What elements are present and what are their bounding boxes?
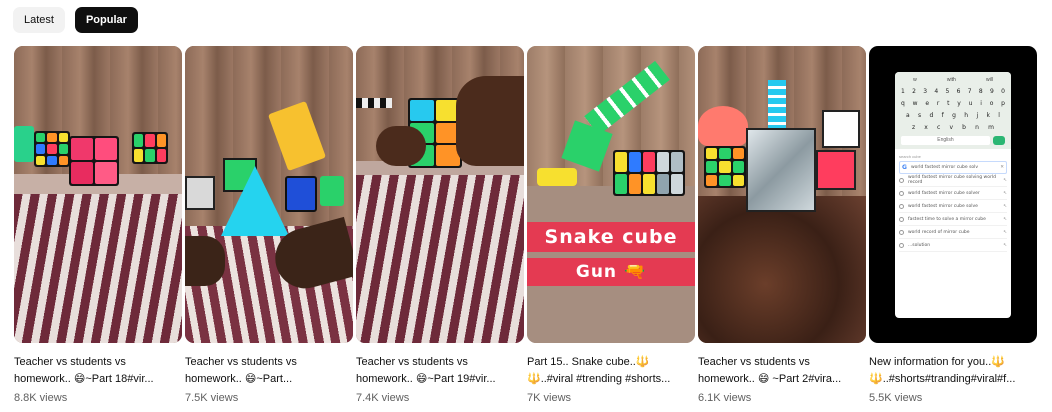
view-count: 5.5K views <box>869 392 923 404</box>
chip-popular[interactable]: Popular <box>74 7 138 33</box>
short-thumbnail[interactable]: w with will 1234567890 qwertyuiop asdfgh… <box>869 46 1037 343</box>
short-thumbnail[interactable] <box>14 46 182 343</box>
mirror-cube-image <box>746 128 816 212</box>
short-thumbnail[interactable] <box>356 46 524 343</box>
shorts-grid: Teacher vs students vs homework.. 😄~Part… <box>14 46 1037 405</box>
short-title[interactable]: Teacher vs students vs homework.. 😄 ~Par… <box>698 354 866 388</box>
view-count: 7K views <box>527 392 572 404</box>
view-count: 7.4K views <box>356 392 410 404</box>
short-card[interactable]: Teacher vs students vs homework.. 😄 ~Par… <box>698 46 866 405</box>
short-title[interactable]: New information for you..🔱 🔱..#shorts#tr… <box>869 354 1037 388</box>
short-card[interactable]: w with will 1234567890 qwertyuiop asdfgh… <box>869 46 1037 405</box>
short-thumbnail[interactable] <box>698 46 866 343</box>
filter-chips: Latest Popular <box>13 7 138 33</box>
cube-image <box>132 132 168 164</box>
short-title[interactable]: Teacher vs students vs homework.. 😄~Part… <box>356 354 524 388</box>
phone-screenshot: w with will 1234567890 qwertyuiop asdfgh… <box>895 72 1011 318</box>
cube-image <box>613 150 685 196</box>
space-bar: English <box>901 136 990 145</box>
short-title[interactable]: Teacher vs students vs homework.. 😄~Part… <box>14 354 182 388</box>
keyboard: w with will 1234567890 qwertyuiop asdfgh… <box>895 72 1011 149</box>
short-card[interactable]: Snake cube Gun 🔫 Part 15.. Snake cube..🔱… <box>527 46 695 405</box>
overlay-text-line1: Snake cube <box>527 222 695 252</box>
short-card[interactable]: Teacher vs students vs homework.. 😄~Part… <box>185 46 353 405</box>
short-title[interactable]: Part 15.. Snake cube..🔱 🔱..#viral #trend… <box>527 354 695 388</box>
view-count: 7.5K views <box>185 392 239 404</box>
view-count: 6.1K views <box>698 392 752 404</box>
cube-image <box>704 146 746 188</box>
overlay-text-line2: Gun 🔫 <box>527 258 695 286</box>
short-title[interactable]: Teacher vs students vs homework.. 😄~Part… <box>185 354 353 388</box>
pyramid-image <box>221 166 289 236</box>
cube-image <box>69 136 119 186</box>
short-card[interactable]: Teacher vs students vs homework.. 😄~Part… <box>356 46 524 405</box>
short-thumbnail[interactable] <box>185 46 353 343</box>
search-suggestions: search cube Gworld fastest mirror cube s… <box>895 149 1011 255</box>
short-card[interactable]: Teacher vs students vs homework.. 😄~Part… <box>14 46 182 405</box>
cube-image <box>34 131 70 167</box>
view-count: 8.8K views <box>14 392 68 404</box>
chip-latest[interactable]: Latest <box>13 7 65 33</box>
short-thumbnail[interactable]: Snake cube Gun 🔫 <box>527 46 695 343</box>
